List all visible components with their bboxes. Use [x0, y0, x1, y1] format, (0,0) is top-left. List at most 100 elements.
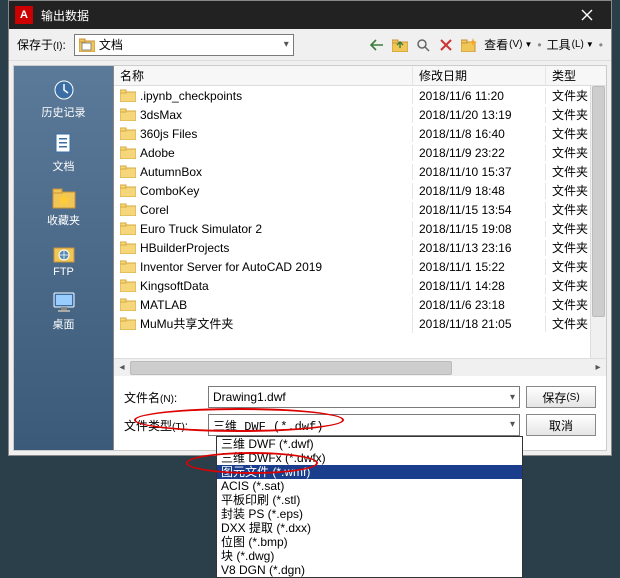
titlebar: A 输出数据	[9, 1, 611, 29]
cancel-button[interactable]: 取消	[526, 414, 596, 436]
filename-cell: Adobe	[140, 146, 175, 160]
folder-icon	[120, 203, 136, 216]
folder-icon	[120, 317, 136, 330]
date-cell: 2018/11/1 14:28	[413, 278, 546, 294]
favorites-star-icon	[50, 186, 78, 210]
col-header-date[interactable]: 修改日期	[413, 66, 546, 85]
history-icon	[50, 78, 78, 102]
filetype-option[interactable]: 位图 (*.bmp)	[217, 535, 522, 549]
scroll-left-arrow[interactable]: ◂	[114, 362, 130, 373]
filetype-option[interactable]: 平板印刷 (*.stl)	[217, 493, 522, 507]
col-header-name[interactable]: 名称	[114, 66, 413, 85]
vertical-scrollbar[interactable]	[590, 86, 606, 358]
filetype-select[interactable]: 三维 DWF (*.dwf) ▾	[208, 414, 520, 436]
filename-cell: ComboKey	[140, 184, 199, 198]
filetype-dropdown[interactable]: 三维 DWF (*.dwf)三维 DWFx (*.dwfx)图元文件 (*.wm…	[216, 436, 523, 578]
app-logo: A	[15, 6, 33, 24]
toolbar: 保存于(I): 文档 ▾ 查看(V)▼ • 工具(L)▼ •	[9, 29, 611, 61]
view-menu-button[interactable]: 查看(V)▼	[482, 36, 534, 53]
separator: •	[599, 38, 603, 52]
filename-cell: Corel	[140, 203, 169, 217]
sparkle-folder-icon	[461, 38, 477, 52]
horizontal-scrollbar[interactable]: ◂ ▸	[114, 358, 606, 376]
sidebar-item-favorites[interactable]: 收藏夹	[24, 182, 104, 232]
sidebar-item-desktop[interactable]: 桌面	[24, 286, 104, 336]
filename-input[interactable]: Drawing1.dwf ▾	[208, 386, 520, 408]
chevron-down-icon: ▼	[525, 40, 533, 49]
filetype-option[interactable]: 三维 DWFx (*.dwfx)	[217, 451, 522, 465]
filetype-option[interactable]: 图元文件 (*.wmf)	[217, 465, 522, 479]
chevron-down-icon: ▾	[510, 419, 515, 430]
desktop-icon	[50, 290, 78, 314]
location-combo[interactable]: 文档 ▾	[74, 34, 294, 56]
file-row[interactable]: Adobe 2018/11/9 23:22 文件夹	[114, 143, 606, 162]
filetype-label: 文件类型(T):	[124, 417, 202, 434]
file-row[interactable]: MuMu共享文件夹 2018/11/18 21:05 文件夹	[114, 314, 606, 333]
sidebar-item-documents[interactable]: 文档	[24, 128, 104, 178]
date-cell: 2018/11/13 23:16	[413, 240, 546, 256]
file-row[interactable]: ComboKey 2018/11/9 18:48 文件夹	[114, 181, 606, 200]
folder-icon	[120, 108, 136, 121]
filetype-option[interactable]: DXX 提取 (*.dxx)	[217, 521, 522, 535]
date-cell: 2018/11/9 23:22	[413, 145, 546, 161]
ftp-icon	[50, 240, 78, 264]
search-icon	[416, 38, 430, 52]
filename-label: 文件名(N):	[124, 389, 202, 406]
save-in-label: 保存于(I):	[17, 36, 66, 53]
separator: •	[537, 38, 541, 52]
file-row[interactable]: 3dsMax 2018/11/20 13:19 文件夹	[114, 105, 606, 124]
filename-cell: Inventor Server for AutoCAD 2019	[140, 260, 322, 274]
file-row[interactable]: 360js Files 2018/11/8 16:40 文件夹	[114, 124, 606, 143]
filename-cell: 360js Files	[140, 127, 197, 141]
col-header-type[interactable]: 类型	[546, 66, 606, 85]
filename-cell: .ipynb_checkpoints	[140, 89, 242, 103]
places-sidebar: 历史记录 文档 收藏夹 FTP 桌面	[14, 66, 114, 450]
up-button[interactable]	[390, 35, 410, 55]
filetype-option[interactable]: 封装 PS (*.eps)	[217, 507, 522, 521]
file-row[interactable]: KingsoftData 2018/11/1 14:28 文件夹	[114, 276, 606, 295]
chevron-down-icon: ▾	[510, 392, 515, 403]
filename-value: Drawing1.dwf	[213, 390, 286, 404]
filetype-option[interactable]: 块 (*.dwg)	[217, 549, 522, 563]
tools-menu-button[interactable]: 工具(L)▼	[545, 36, 596, 53]
arrow-left-icon	[370, 39, 384, 51]
filename-cell: HBuilderProjects	[140, 241, 229, 255]
chevron-down-icon: ▼	[586, 40, 594, 49]
folder-icon	[120, 127, 136, 140]
file-row[interactable]: HBuilderProjects 2018/11/13 23:16 文件夹	[114, 238, 606, 257]
folder-up-icon	[392, 38, 408, 52]
folder-icon	[120, 241, 136, 254]
save-button[interactable]: 保存(S)	[526, 386, 596, 408]
filename-cell: AutumnBox	[140, 165, 202, 179]
file-row[interactable]: AutumnBox 2018/11/10 15:37 文件夹	[114, 162, 606, 181]
file-row[interactable]: Corel 2018/11/15 13:54 文件夹	[114, 200, 606, 219]
back-button[interactable]	[367, 35, 387, 55]
date-cell: 2018/11/8 16:40	[413, 126, 546, 142]
close-button[interactable]	[569, 1, 605, 29]
file-list[interactable]: .ipynb_checkpoints 2018/11/6 11:20 文件夹 3…	[114, 86, 606, 358]
search-button[interactable]	[413, 35, 433, 55]
folder-icon	[120, 298, 136, 311]
scroll-right-arrow[interactable]: ▸	[590, 362, 606, 373]
scroll-thumb[interactable]	[130, 361, 452, 375]
chevron-down-icon: ▾	[284, 39, 289, 50]
filetype-option[interactable]: V8 DGN (*.dgn)	[217, 563, 522, 577]
scroll-thumb[interactable]	[592, 86, 605, 317]
delete-button[interactable]	[436, 35, 456, 55]
file-row[interactable]: MATLAB 2018/11/6 23:18 文件夹	[114, 295, 606, 314]
file-row[interactable]: Inventor Server for AutoCAD 2019 2018/11…	[114, 257, 606, 276]
main-panel: 名称 修改日期 类型 .ipynb_checkpoints 2018/11/6 …	[114, 66, 606, 450]
file-row[interactable]: Euro Truck Simulator 2 2018/11/15 19:08 …	[114, 219, 606, 238]
sidebar-item-ftp[interactable]: FTP	[24, 236, 104, 282]
sidebar-item-history[interactable]: 历史记录	[24, 74, 104, 124]
filename-cell: Euro Truck Simulator 2	[140, 222, 262, 236]
documents-icon	[50, 132, 78, 156]
new-folder-button[interactable]	[459, 35, 479, 55]
location-text: 文档	[99, 36, 123, 53]
file-row[interactable]: .ipynb_checkpoints 2018/11/6 11:20 文件夹	[114, 86, 606, 105]
filetype-option[interactable]: 三维 DWF (*.dwf)	[217, 437, 522, 451]
filetype-option[interactable]: ACIS (*.sat)	[217, 479, 522, 493]
date-cell: 2018/11/18 21:05	[413, 316, 546, 332]
filetype-selected-text: 三维 DWF (*.dwf)	[209, 415, 519, 436]
folder-icon	[120, 279, 136, 292]
